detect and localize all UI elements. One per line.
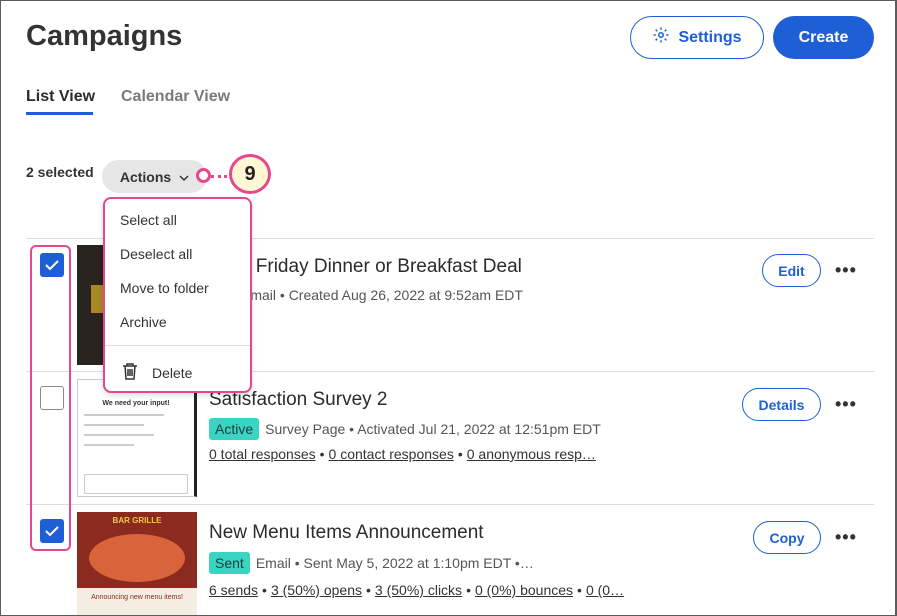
copy-button[interactable]: Copy [753,521,821,554]
callout-badge: 9 [229,154,271,194]
tab-list-view[interactable]: List View [26,88,95,106]
menu-item-delete[interactable]: Delete [122,362,192,383]
campaign-meta: Email • Created Aug 26, 2022 at 9:52am E… [241,287,523,303]
actions-menu: Select all Deselect all Move to folder A… [103,197,252,393]
meta-text: Email • Sent May 5, 2022 at 1:10pm EDT •… [255,555,534,571]
details-button[interactable]: Details [742,388,821,421]
create-button[interactable]: Create [773,16,874,59]
stat-link[interactable]: 0 anonymous resp… [467,446,596,462]
menu-item-select-all[interactable]: Select all [120,212,177,228]
stat-link[interactable]: 0 total responses [209,446,316,462]
row-checkbox-3[interactable] [40,519,64,543]
menu-item-archive[interactable]: Archive [120,314,167,330]
settings-button[interactable]: Settings [630,16,764,59]
campaign-title[interactable]: k Friday Dinner or Breakfast Deal [241,256,522,278]
stat-link[interactable]: 0 (0%) bounces [475,582,573,598]
menu-item-move-to-folder[interactable]: Move to folder [120,280,209,296]
thumbnail-brand: BAR GRILLE [112,516,162,525]
delete-label: Delete [152,364,193,381]
thumbnail-text: We need your input! [102,400,170,407]
meta-text: Survey Page • Activated Jul 21, 2022 at … [265,421,601,437]
campaign-thumbnail: We need your input! [77,379,197,497]
campaign-thumbnail: BAR GRILLE Announcing new menu items! [77,512,197,615]
stat-link[interactable]: 3 (50%) clicks [375,582,462,598]
campaign-title[interactable]: New Menu Items Announcement [209,522,484,544]
campaign-meta: Active Survey Page • Activated Jul 21, 2… [209,418,601,440]
gear-icon [652,26,670,49]
campaign-stats: 6 sends • 3 (50%) opens • 3 (50%) clicks • … [209,582,625,598]
menu-item-deselect-all[interactable]: Deselect all [120,246,192,262]
status-badge: Active [209,418,260,440]
status-badge: Sent [209,552,250,574]
row-checkbox-1[interactable] [40,253,64,277]
stat-link[interactable]: 6 sends [209,582,258,598]
actions-label: Actions [119,168,172,185]
menu-divider [105,345,250,346]
trash-icon [122,362,138,383]
page-title: Campaigns [26,20,183,52]
campaign-stats: 0 total responses • 0 contact responses • … [209,446,596,462]
thumbnail-text: Announcing new menu items! [91,594,183,601]
more-options-icon[interactable]: ••• [835,527,857,548]
callout-dot [196,168,211,183]
chevron-down-icon [179,169,189,185]
stat-link[interactable]: 0 (0… [586,582,624,598]
campaign-meta: Sent Email • Sent May 5, 2022 at 1:10pm … [209,552,534,574]
more-options-icon[interactable]: ••• [835,260,857,281]
row-checkbox-2[interactable] [40,386,64,410]
actions-dropdown[interactable]: Actions [102,160,207,193]
active-tab-underline [26,112,93,115]
stat-link[interactable]: 0 contact responses [329,446,454,462]
settings-label: Settings [678,28,742,46]
more-options-icon[interactable]: ••• [835,394,857,415]
app-frame: Campaigns Settings Create List View Cale… [0,0,897,616]
stat-link[interactable]: 3 (50%) opens [271,582,362,598]
meta-text: Email • Created Aug 26, 2022 at 9:52am E… [241,287,523,303]
edit-button[interactable]: Edit [762,254,821,287]
tab-calendar-view[interactable]: Calendar View [121,88,230,106]
selected-count: 2 selected [26,164,94,180]
row-divider [26,504,874,505]
